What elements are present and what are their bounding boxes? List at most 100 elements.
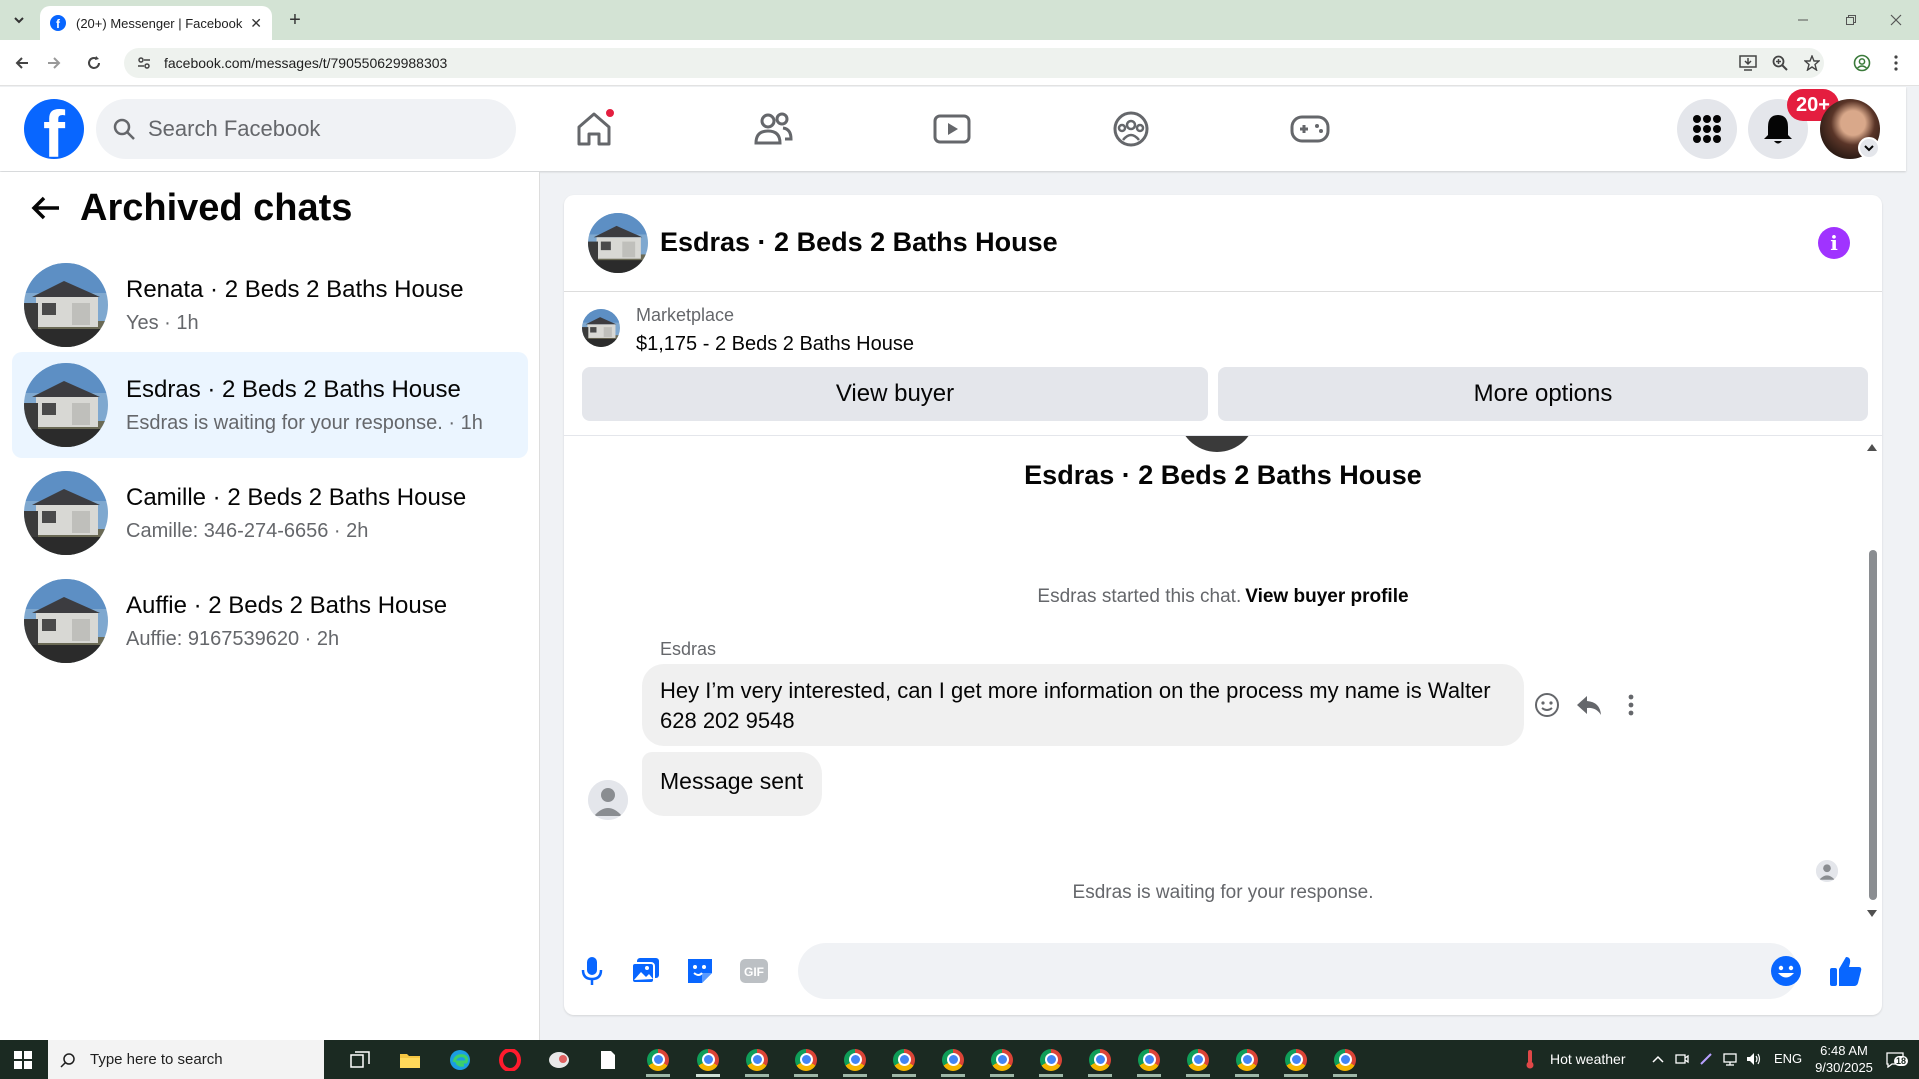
chrome-app[interactable] [642, 1044, 674, 1077]
view-buyer-profile-link[interactable]: View buyer profile [1245, 586, 1408, 607]
conversation-info-button[interactable]: i [1818, 227, 1850, 259]
chrome-app[interactable] [1133, 1044, 1165, 1077]
nav-video[interactable] [920, 101, 984, 157]
attach-photo-button[interactable] [626, 951, 666, 991]
taskbar-search[interactable]: Type here to search [48, 1040, 324, 1079]
browser-menu-button[interactable] [1884, 51, 1908, 75]
profile-button[interactable] [1850, 51, 1874, 75]
show-hidden-icons-button[interactable] [1650, 1051, 1666, 1067]
clock-time[interactable]: 6:48 AM [1814, 1043, 1874, 1058]
message-composer: GIF [564, 931, 1882, 1015]
chrome-app[interactable] [1182, 1044, 1214, 1077]
seen-indicator-avatar [1816, 860, 1838, 882]
nav-gaming[interactable] [1278, 101, 1342, 157]
meet-now-icon[interactable] [1674, 1051, 1690, 1067]
sticker-icon [688, 959, 712, 983]
message-more-button[interactable] [1616, 690, 1646, 720]
chrome-app[interactable] [692, 1044, 724, 1077]
browser-tab[interactable]: f (20+) Messenger | Facebook ✕ [40, 6, 272, 40]
chrome-app[interactable] [1231, 1044, 1263, 1077]
chat-list-item-active[interactable]: Esdras · 2 Beds 2 Baths House Esdras is … [12, 352, 528, 458]
chat-name: Camille · 2 Beds 2 Baths House [126, 483, 467, 511]
facebook-logo-icon[interactable]: f [24, 99, 84, 159]
notification-center-button[interactable]: 18 [1882, 1050, 1909, 1070]
chrome-app[interactable] [741, 1044, 773, 1077]
chrome-app[interactable] [790, 1044, 822, 1077]
facebook-search-box[interactable] [96, 99, 516, 159]
pinned-app[interactable] [543, 1044, 575, 1075]
notepad-app[interactable] [592, 1044, 624, 1075]
chat-list-item[interactable]: Auffie · 2 Beds 2 Baths House Auffie: 91… [12, 568, 528, 674]
zoom-icon [1772, 55, 1788, 71]
chrome-app[interactable] [839, 1044, 871, 1077]
scroll-up-arrow[interactable] [1867, 442, 1877, 452]
view-buyer-button[interactable]: View buyer [582, 367, 1208, 421]
chrome-app[interactable] [986, 1044, 1018, 1077]
menu-button[interactable] [1677, 99, 1737, 159]
weather-widget-icon[interactable] [1522, 1049, 1538, 1069]
new-tab-button[interactable]: + [282, 8, 308, 32]
bookmark-button[interactable] [1800, 51, 1824, 75]
reply-button[interactable] [1574, 690, 1604, 720]
sticker-button[interactable] [680, 951, 720, 991]
weather-text[interactable]: Hot weather [1550, 1051, 1625, 1067]
opera-app[interactable] [494, 1044, 526, 1075]
chrome-app[interactable] [888, 1044, 920, 1077]
clock-date[interactable]: 9/30/2025 [1810, 1060, 1878, 1075]
volume-icon[interactable] [1746, 1051, 1762, 1067]
react-button[interactable] [1532, 690, 1562, 720]
listing-title[interactable]: $1,175 - 2 Beds 2 Baths House [636, 333, 914, 356]
chrome-app[interactable] [1084, 1044, 1116, 1077]
address-bar[interactable]: facebook.com/messages/t/790550629988303 [124, 48, 1824, 78]
chrome-app[interactable] [1280, 1044, 1312, 1077]
network-icon[interactable] [1722, 1051, 1738, 1067]
tab-search-button[interactable] [6, 8, 32, 32]
back-to-chats-button[interactable] [24, 186, 68, 230]
site-settings-icon[interactable] [136, 55, 152, 71]
account-menu-chevron[interactable] [1858, 137, 1880, 159]
scrollbar-thumb[interactable] [1869, 550, 1877, 900]
nav-groups[interactable] [1099, 101, 1163, 157]
message-input[interactable] [798, 943, 1698, 999]
gif-button[interactable]: GIF [734, 951, 774, 991]
pen-icon[interactable] [1698, 1051, 1714, 1067]
restore-button[interactable] [1828, 0, 1874, 40]
more-options-button[interactable]: More options [1218, 367, 1868, 421]
search-input[interactable] [148, 116, 488, 142]
marketplace-label: Marketplace [636, 305, 735, 325]
chrome-app[interactable] [937, 1044, 969, 1077]
emoji-picker-button[interactable] [1766, 951, 1806, 991]
message-bubble[interactable]: Hey I’m very interested, can I get more … [642, 664, 1524, 746]
chevron-up-icon [1652, 1055, 1664, 1063]
conversation-avatar[interactable] [588, 213, 648, 273]
nav-friends[interactable] [741, 101, 805, 157]
chrome-app[interactable] [1329, 1044, 1361, 1077]
language-indicator[interactable]: ENG [1774, 1051, 1802, 1066]
forward-button[interactable] [42, 51, 66, 75]
tab-title: (20+) Messenger | Facebook [76, 15, 243, 31]
sender-avatar[interactable] [588, 780, 628, 820]
back-button[interactable] [10, 51, 34, 75]
voice-clip-button[interactable] [572, 951, 612, 991]
install-app-button[interactable] [1736, 51, 1760, 75]
like-button[interactable] [1826, 951, 1866, 991]
nav-home[interactable] [562, 101, 626, 157]
chat-list-item[interactable]: Renata · 2 Beds 2 Baths House Yes · 1h [12, 252, 528, 358]
file-explorer-app[interactable] [394, 1044, 426, 1075]
message-bubble[interactable]: Message sent [642, 752, 822, 816]
emoji-icon [1535, 693, 1559, 717]
edge-app[interactable] [444, 1044, 476, 1075]
zoom-button[interactable] [1768, 51, 1792, 75]
conversation-title[interactable]: Esdras · 2 Beds 2 Baths House [660, 227, 1058, 258]
scroll-down-arrow[interactable] [1867, 908, 1877, 918]
chrome-app[interactable] [1035, 1044, 1067, 1077]
task-view-button[interactable] [344, 1044, 376, 1075]
chat-list-item[interactable]: Camille · 2 Beds 2 Baths House Camille: … [12, 460, 528, 566]
taskbar-search-placeholder: Type here to search [90, 1051, 223, 1068]
chrome-icon [942, 1048, 964, 1071]
tab-close-icon[interactable]: ✕ [250, 15, 262, 32]
minimize-button[interactable] [1780, 0, 1826, 40]
start-button[interactable] [0, 1040, 46, 1079]
reload-button[interactable] [82, 51, 106, 75]
close-window-button[interactable] [1873, 0, 1919, 40]
